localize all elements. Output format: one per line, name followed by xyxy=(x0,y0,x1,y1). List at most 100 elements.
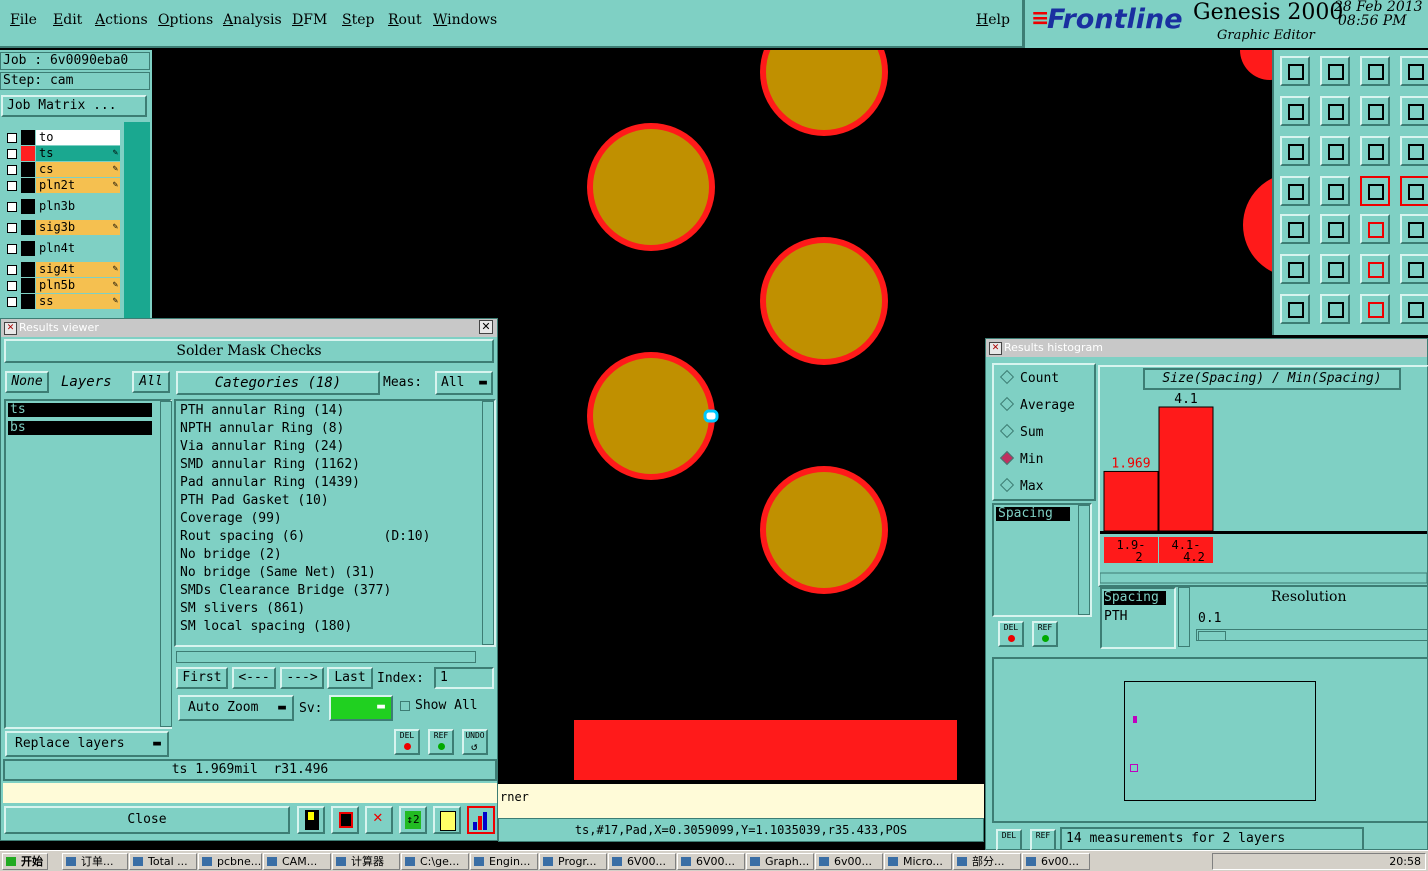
taskbar-button[interactable]: Micro... xyxy=(884,853,952,870)
highlight-icon[interactable] xyxy=(297,806,325,834)
categories-scrollbar[interactable] xyxy=(482,401,494,645)
menu-windows[interactable]: Windows xyxy=(433,12,497,28)
layer-name[interactable]: ss ✎ xyxy=(36,294,120,309)
show-all-checkbox[interactable] xyxy=(400,701,410,711)
layer-name[interactable]: pln2t ✎ xyxy=(36,178,120,193)
last-button[interactable]: Last xyxy=(327,667,373,689)
category-item[interactable]: No bridge (Same Net) (31) xyxy=(180,565,376,580)
histogram-refresh-button[interactable]: REF xyxy=(1032,621,1058,647)
menu-analysis[interactable]: Analysis xyxy=(223,12,282,28)
previous-button[interactable]: <--- xyxy=(232,667,276,689)
taskbar-button[interactable]: 6V00... xyxy=(608,853,676,870)
layer-color-swatch[interactable] xyxy=(21,294,35,309)
layer-row-sig4t[interactable]: sig4t ✎ xyxy=(3,262,121,277)
layer-row-pln3b[interactable]: pln3b xyxy=(3,199,121,214)
layer-checkbox[interactable] xyxy=(7,202,17,212)
next-button[interactable]: ---> xyxy=(280,667,324,689)
resolution-item[interactable]: PTH xyxy=(1104,609,1127,624)
layer-list-scrollbar[interactable] xyxy=(160,401,172,727)
pad-ring[interactable] xyxy=(1243,173,1272,277)
layer-color-swatch[interactable] xyxy=(21,162,35,177)
net-alt-icon[interactable] xyxy=(1400,176,1428,206)
line-alt-icon[interactable] xyxy=(1400,254,1428,284)
zoom-out-icon[interactable] xyxy=(1320,56,1350,86)
layer-checkbox[interactable] xyxy=(7,281,17,291)
taskbar-button[interactable]: 计算器 xyxy=(332,853,400,870)
step-icon[interactable]: ↕2 xyxy=(399,806,427,834)
layer-row-cs[interactable]: cs ✎ xyxy=(3,162,121,177)
taskbar-button[interactable]: Graph... xyxy=(746,853,814,870)
layer-color-swatch[interactable] xyxy=(21,262,35,277)
undo-view-icon[interactable] xyxy=(1360,96,1390,126)
layer-checkbox[interactable] xyxy=(7,149,17,159)
category-item[interactable]: SM slivers (861) xyxy=(180,601,305,616)
first-button[interactable]: First xyxy=(176,667,228,689)
layer-name[interactable]: pln5b ✎ xyxy=(36,278,120,293)
layer-row-ts[interactable]: ts ✎ xyxy=(3,146,121,161)
layer-row-pln2t[interactable]: pln2t ✎ xyxy=(3,178,121,193)
measure-scrollbar[interactable] xyxy=(1078,505,1090,615)
scale-icon[interactable] xyxy=(1360,136,1390,166)
step-icon[interactable] xyxy=(1400,96,1428,126)
meas-dropdown[interactable]: All ▬ xyxy=(435,371,493,395)
red-mark-icon[interactable] xyxy=(331,806,359,834)
home-icon[interactable] xyxy=(1360,56,1390,86)
category-item[interactable]: Coverage (99) xyxy=(180,511,282,526)
clear-icon[interactable]: ✕ xyxy=(365,806,393,834)
category-item[interactable]: NPTH annular Ring (8) xyxy=(180,421,344,436)
taskbar-button[interactable]: 6v00... xyxy=(815,853,883,870)
flag-icon[interactable] xyxy=(1400,294,1428,324)
layer-color-swatch[interactable] xyxy=(21,220,35,235)
center-icon[interactable] xyxy=(1320,136,1350,166)
arc-icon[interactable] xyxy=(1360,294,1390,324)
replace-layers-dropdown[interactable]: Replace layers ▬ xyxy=(5,731,169,757)
pad-icon[interactable] xyxy=(1400,214,1428,244)
pad-copper[interactable] xyxy=(593,129,709,245)
job-matrix-button[interactable]: Job Matrix ... xyxy=(1,95,147,117)
category-item[interactable]: No bridge (2) xyxy=(180,547,282,562)
results-viewer-titlebar[interactable]: ✕ Results viewer ✕ xyxy=(1,319,497,337)
overview-frame[interactable] xyxy=(1124,681,1316,801)
taskbar-button[interactable]: C:\ge... xyxy=(401,853,469,870)
layer-name[interactable]: pln3b xyxy=(36,199,120,214)
all-button[interactable]: All xyxy=(132,371,170,393)
layer-checkbox[interactable] xyxy=(7,181,17,191)
none-button[interactable]: None xyxy=(5,371,49,393)
index-input[interactable]: 1 xyxy=(434,667,494,689)
histogram-delete-button[interactable]: DEL xyxy=(998,621,1024,647)
layer-color-swatch[interactable] xyxy=(21,130,35,145)
tools-icon[interactable] xyxy=(1280,176,1310,206)
layer-name[interactable]: sig3b ✎ xyxy=(36,220,120,235)
menu-file[interactable]: File xyxy=(10,12,37,28)
category-item[interactable]: Pad annular Ring (1439) xyxy=(180,475,360,490)
ruler-icon[interactable] xyxy=(1360,214,1390,244)
mode-radio-min[interactable]: Min xyxy=(999,450,1043,467)
layer-checkbox[interactable] xyxy=(7,297,17,307)
menu-actions[interactable]: Actions xyxy=(95,12,148,28)
category-item[interactable]: SMDs Clearance Bridge (377) xyxy=(180,583,391,598)
layer-row-pln4t[interactable]: pln4t xyxy=(3,241,121,256)
close-button[interactable]: Close xyxy=(4,806,290,834)
menu-options[interactable]: Options xyxy=(158,12,213,28)
mode-radio-average[interactable]: Average xyxy=(999,396,1075,413)
taskbar-button[interactable]: Engin... xyxy=(470,853,538,870)
taskbar-button[interactable]: 部分... xyxy=(953,853,1021,870)
taskbar-button[interactable]: 6v00... xyxy=(1022,853,1090,870)
taskbar-button[interactable]: 订单... xyxy=(62,853,128,870)
layer-color-swatch[interactable] xyxy=(21,278,35,293)
select-icon[interactable] xyxy=(1320,214,1350,244)
pad-copper[interactable] xyxy=(766,472,882,588)
histogram-titlebar[interactable]: ✕ Results histogram xyxy=(986,339,1427,357)
resolution-slider[interactable] xyxy=(1196,629,1428,641)
probe-icon[interactable] xyxy=(1320,176,1350,206)
taskbar-button[interactable]: pcbne... xyxy=(198,853,262,870)
menu-help[interactable]: Help xyxy=(976,12,1010,28)
fit-icon[interactable] xyxy=(1280,136,1310,166)
layer-name[interactable]: ts ✎ xyxy=(36,146,120,161)
connect-icon[interactable] xyxy=(1280,254,1310,284)
mode-radio-max[interactable]: Max xyxy=(999,477,1043,494)
draw-icon[interactable] xyxy=(1280,294,1310,324)
overview-delete-button[interactable]: DEL xyxy=(996,829,1022,851)
layer-scroll-area[interactable] xyxy=(124,122,150,320)
layer-name[interactable]: sig4t ✎ xyxy=(36,262,120,277)
